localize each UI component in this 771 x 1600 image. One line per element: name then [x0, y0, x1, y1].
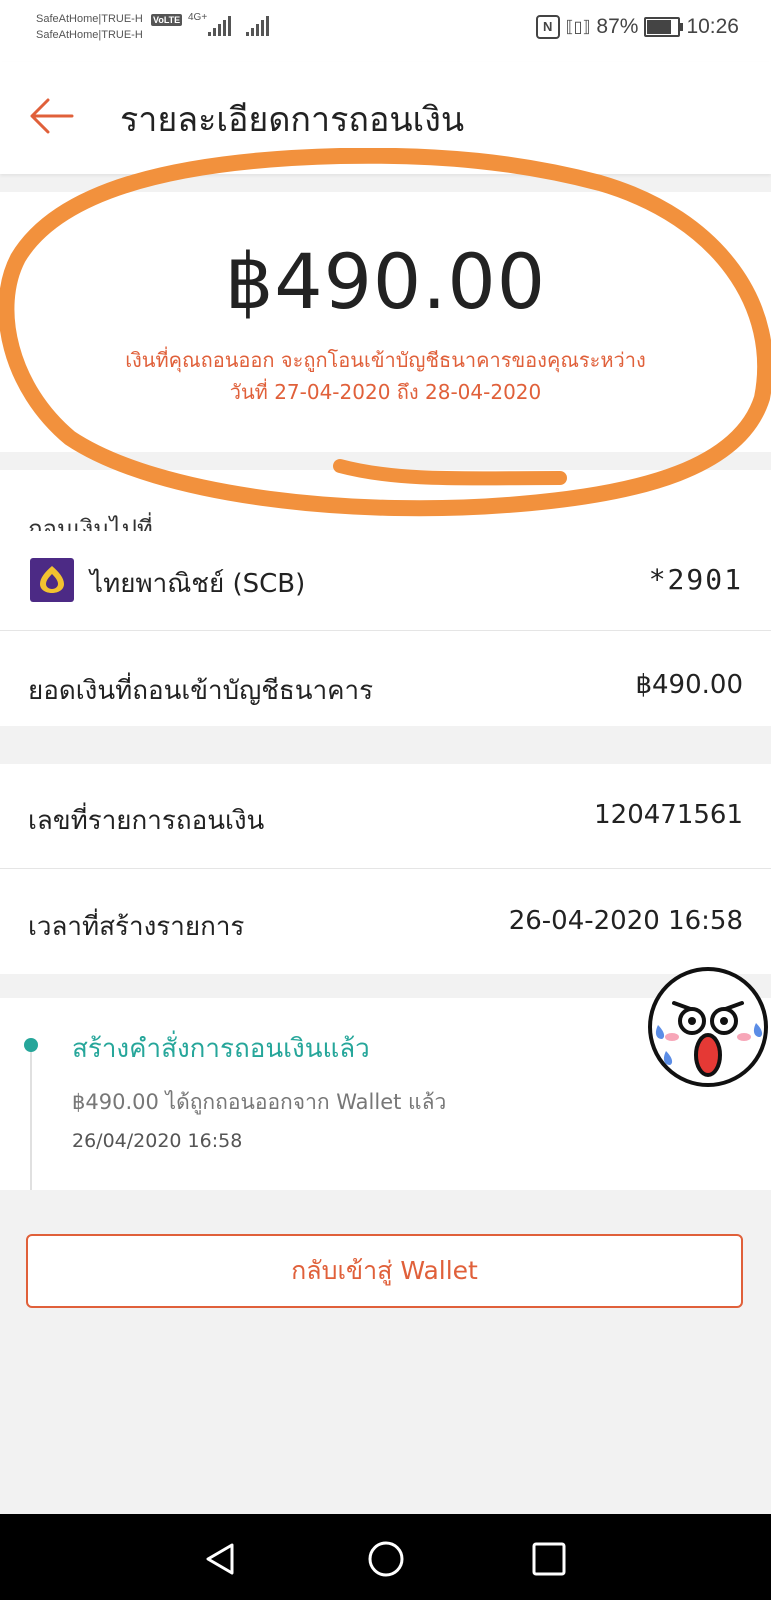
shocked-face-sticker-icon — [648, 967, 768, 1087]
clock: 10:26 — [686, 15, 739, 38]
back-to-wallet-button[interactable]: กลับเข้าสู่ Wallet — [26, 1234, 743, 1308]
timeline-title: สร้างคำสั่งการถอนเงินแล้ว — [72, 1034, 370, 1064]
status-right: N ⟦▯⟧ 87% 10:26 — [535, 15, 739, 39]
status-bar: SafeAtHome|TRUE-H SafeAtHome|TRUE-H VoLT… — [0, 0, 771, 62]
txn-label: เลขที่รายการถอนเงิน — [28, 806, 265, 836]
amount-value: ฿490.00 — [635, 670, 743, 700]
carrier-info: SafeAtHome|TRUE-H SafeAtHome|TRUE-H — [36, 11, 143, 43]
transfer-note: เงินที่คุณถอนออก จะถูกโอนเข้าบัญชีธนาคาร… — [0, 344, 771, 408]
txn-row: เลขที่รายการถอนเงิน 120471561 — [0, 764, 771, 864]
amount-summary: ฿490.00 เงินที่คุณถอนออก จะถูกโอนเข้าบัญ… — [0, 192, 771, 452]
volte-badge: VoLTE — [151, 14, 183, 26]
bank-name: ไทยพาณิชย์ (SCB) — [90, 569, 306, 599]
transfer-note-line-1: เงินที่คุณถอนออก จะถูกโอนเข้าบัญชีธนาคาร… — [125, 348, 646, 372]
nav-home-icon[interactable] — [366, 1539, 406, 1579]
timeline-line — [30, 1048, 32, 1190]
amount-row: ยอดเงินที่ถอนเข้าบัญชีธนาคาร ฿490.00 — [0, 634, 771, 734]
carrier-1: SafeAtHome|TRUE-H — [36, 13, 143, 25]
created-row: เวลาที่สร้างรายการ 26-04-2020 16:58 — [0, 870, 771, 970]
vibrate-icon: ⟦▯⟧ — [565, 19, 591, 36]
transfer-note-line-2: วันที่ 27-04-2020 ถึง 28-04-2020 — [229, 380, 542, 404]
nfc-icon: N — [535, 15, 560, 39]
created-label: เวลาที่สร้างรายการ — [28, 912, 245, 942]
page-title: รายละเอียดการถอนเงิน — [120, 100, 465, 140]
account-number: *2901 — [648, 563, 743, 596]
system-nav-bar — [0, 1514, 771, 1600]
signal-icon — [208, 16, 231, 36]
divider — [0, 630, 771, 631]
back-arrow-icon[interactable] — [28, 96, 76, 136]
carrier-2: SafeAtHome|TRUE-H — [36, 29, 143, 41]
battery-icon — [644, 17, 684, 37]
app-header: รายละเอียดการถอนเงิน — [0, 62, 771, 174]
timeline-time: 26/04/2020 16:58 — [72, 1130, 243, 1152]
timeline-description: ฿490.00 ได้ถูกถอนออกจาก Wallet แล้ว — [72, 1090, 447, 1114]
battery-percent: 87% — [596, 15, 639, 38]
txn-value: 120471561 — [594, 800, 743, 830]
nav-recents-icon[interactable] — [530, 1540, 568, 1578]
timeline-dot-icon — [24, 1038, 38, 1052]
scb-bank-logo — [30, 558, 74, 602]
divider — [0, 868, 771, 869]
created-value: 26-04-2020 16:58 — [508, 906, 743, 936]
signal-icon-2 — [246, 16, 269, 36]
amount-label: ยอดเงินที่ถอนเข้าบัญชีธนาคาร — [28, 676, 374, 706]
nav-back-icon[interactable] — [200, 1539, 240, 1579]
destination-label: ถอนเงินไปที่ — [28, 515, 153, 531]
withdraw-amount: ฿490.00 — [224, 237, 547, 326]
network-type: 4G+ — [188, 12, 208, 23]
